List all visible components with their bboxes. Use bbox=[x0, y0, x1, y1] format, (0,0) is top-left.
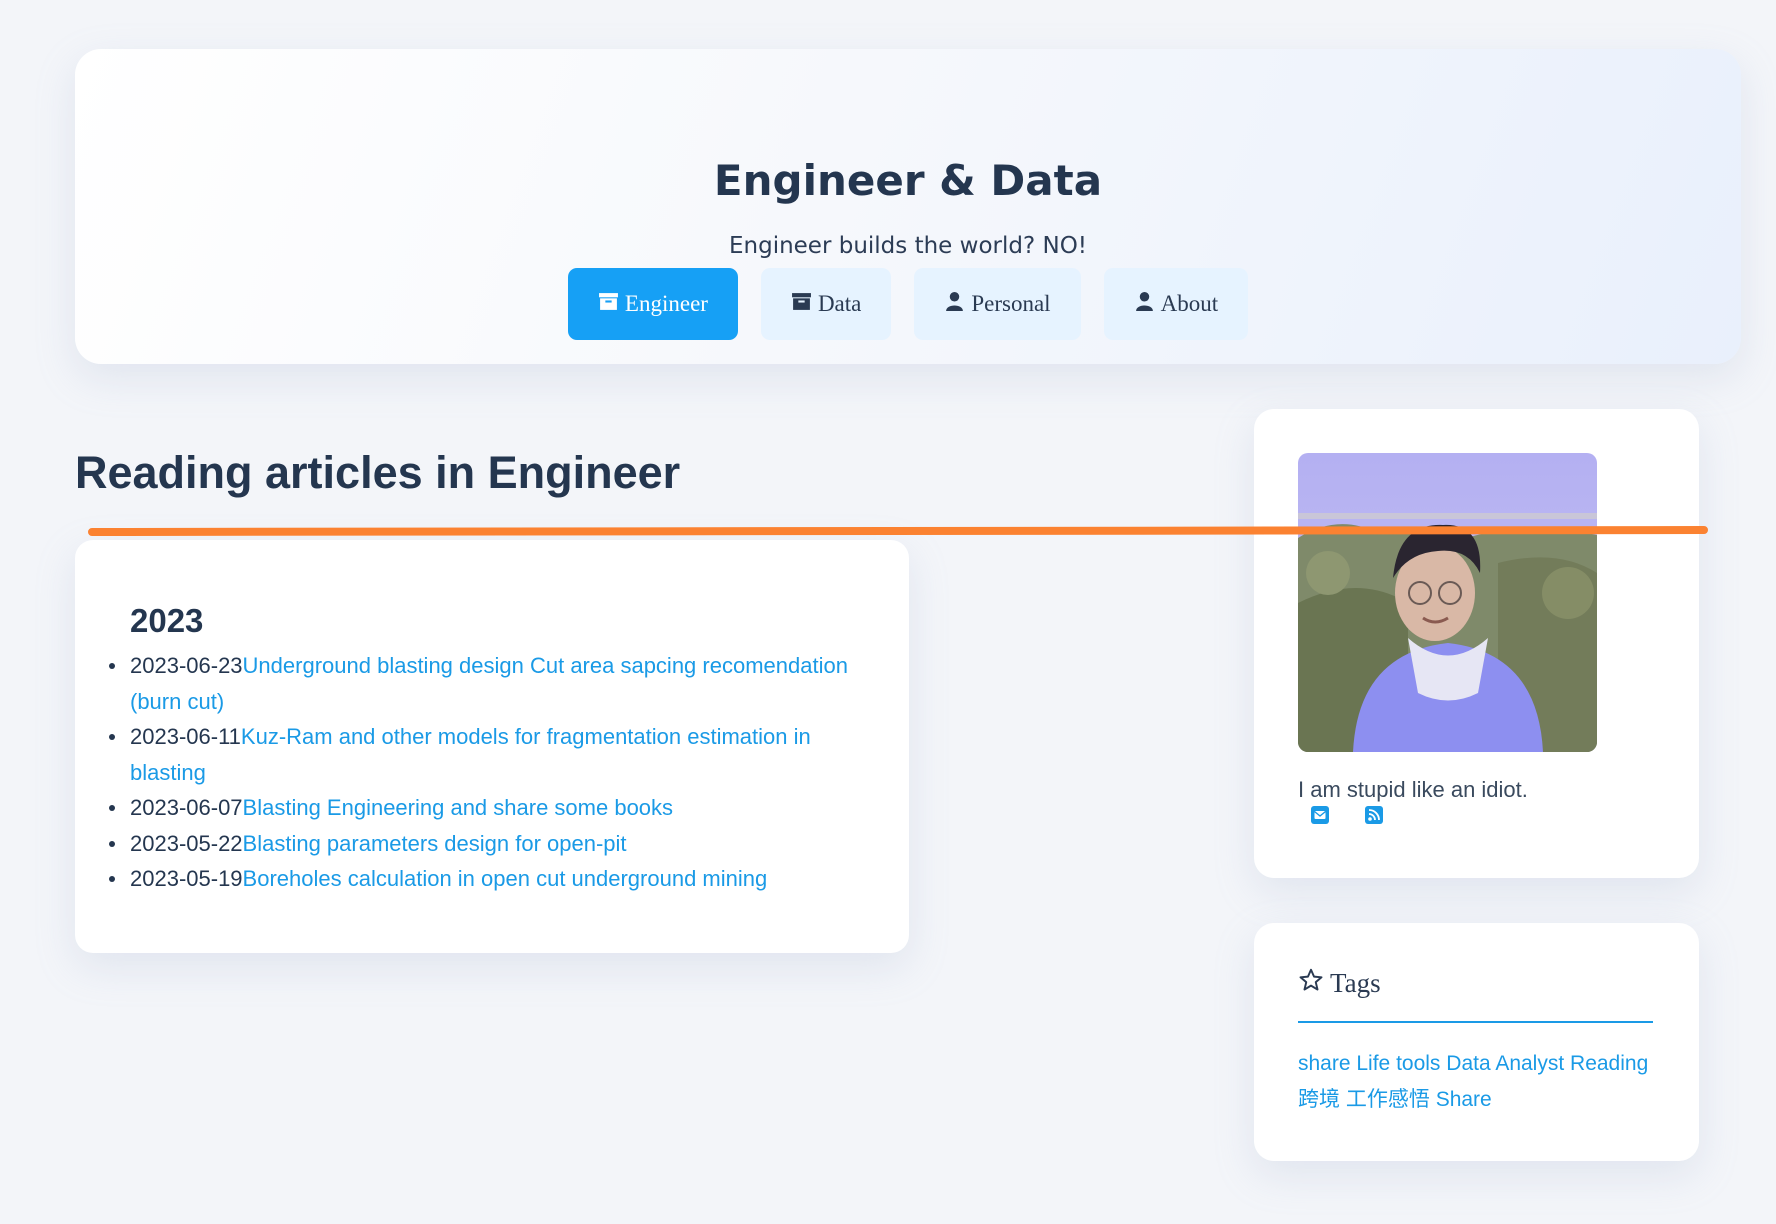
archive-icon bbox=[598, 291, 619, 318]
tag-link[interactable]: 工作感悟 bbox=[1346, 1088, 1430, 1111]
archive-icon bbox=[791, 291, 812, 318]
year-heading: 2023 bbox=[130, 602, 204, 639]
article-date: 2023-06-23 bbox=[130, 653, 243, 678]
nav-engineer[interactable]: Engineer bbox=[567, 268, 738, 340]
articles-card: 2023 2023-06-23Underground blasting desi… bbox=[75, 540, 909, 953]
article-list: 2023-06-23Underground blasting design Cu… bbox=[109, 648, 850, 897]
list-item: 2023-05-19Boreholes calculation in open … bbox=[109, 861, 850, 897]
nav-label: Engineer bbox=[624, 291, 708, 316]
nav-data[interactable]: Data bbox=[760, 268, 892, 340]
article-link[interactable]: Boreholes calculation in open cut underg… bbox=[243, 866, 768, 891]
tag-link[interactable]: 跨境 bbox=[1298, 1088, 1340, 1111]
bio-text: I am stupid like an idiot. bbox=[1298, 777, 1528, 802]
social-links bbox=[1310, 805, 1384, 825]
main-nav: Engineer Data Personal About bbox=[75, 268, 1741, 340]
rss-icon[interactable] bbox=[1364, 805, 1384, 825]
tag-link[interactable]: share bbox=[1298, 1052, 1351, 1075]
article-date: 2023-05-19 bbox=[130, 866, 243, 891]
divider bbox=[1298, 1021, 1653, 1023]
tags-title: Tags bbox=[1298, 967, 1381, 1000]
nav-label: Personal bbox=[971, 291, 1051, 316]
nav-about[interactable]: About bbox=[1103, 268, 1249, 340]
site-header: Engineer & Data Engineer builds the worl… bbox=[75, 49, 1741, 364]
nav-label: Data bbox=[817, 291, 862, 316]
tag-link[interactable]: Life bbox=[1356, 1052, 1390, 1075]
article-date: 2023-06-07 bbox=[130, 795, 243, 820]
user-icon bbox=[944, 291, 965, 318]
profile-card: I am stupid like an idiot. bbox=[1254, 409, 1699, 878]
list-item: 2023-06-07Blasting Engineering and share… bbox=[109, 790, 850, 826]
site-title[interactable]: Engineer & Data bbox=[75, 153, 1741, 209]
list-item: 2023-06-11Kuz-Ram and other models for f… bbox=[109, 719, 850, 790]
tag-list: share Life tools Data Analyst Reading 跨境… bbox=[1298, 1046, 1668, 1118]
list-item: 2023-05-22Blasting parameters design for… bbox=[109, 826, 850, 862]
tags-title-label: Tags bbox=[1330, 968, 1381, 998]
annotation-line bbox=[88, 526, 1708, 536]
tag-link[interactable]: tools bbox=[1396, 1052, 1440, 1075]
article-date: 2023-05-22 bbox=[130, 830, 243, 856]
tag-link[interactable]: Reading bbox=[1570, 1052, 1648, 1075]
page-heading: Reading articles in Engineer bbox=[75, 447, 681, 498]
user-icon bbox=[1134, 291, 1155, 318]
article-date: 2023-06-11 bbox=[130, 724, 241, 749]
star-icon bbox=[1298, 967, 1324, 1000]
tag-link[interactable]: Share bbox=[1436, 1088, 1492, 1111]
tag-link[interactable]: Data Analyst bbox=[1446, 1052, 1564, 1075]
nav-label: About bbox=[1160, 291, 1219, 316]
list-item: 2023-06-23Underground blasting design Cu… bbox=[109, 648, 850, 719]
site-subtitle: Engineer builds the world? NO! bbox=[728, 233, 1088, 259]
envelope-icon[interactable] bbox=[1310, 805, 1330, 825]
avatar bbox=[1298, 453, 1597, 752]
article-link[interactable]: Blasting parameters design for open-pit bbox=[243, 831, 627, 856]
nav-personal[interactable]: Personal bbox=[914, 268, 1081, 340]
tags-card: Tags share Life tools Data Analyst Readi… bbox=[1254, 923, 1699, 1161]
article-link[interactable]: Blasting Engineering and share some book… bbox=[243, 795, 674, 820]
